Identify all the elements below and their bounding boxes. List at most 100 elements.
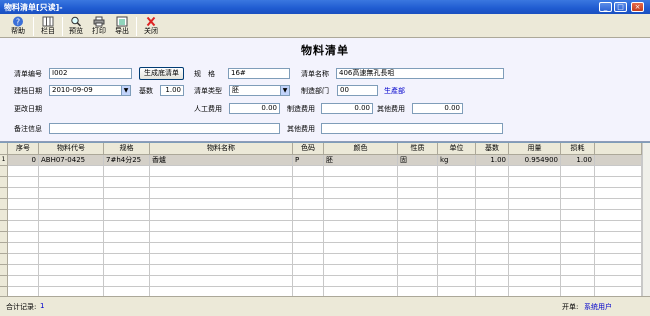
vertical-scrollbar[interactable]	[642, 143, 650, 297]
cell-color[interactable]: 胚	[324, 155, 398, 166]
row-selector[interactable]: 1 ▶	[0, 155, 8, 173]
empty-cell	[150, 188, 293, 199]
empty-cell	[150, 232, 293, 243]
col-header-material-code[interactable]: 物料代号	[39, 143, 104, 155]
spec-field[interactable]: 16#	[228, 68, 290, 79]
cell-color-code[interactable]: P	[293, 155, 324, 166]
export-button[interactable]: 导出	[110, 16, 134, 37]
mfg-dept-field[interactable]: 00	[337, 85, 378, 96]
record-count-label: 合计记录:	[6, 303, 37, 311]
empty-cell	[438, 221, 476, 232]
bom-no-field[interactable]: I002	[49, 68, 132, 79]
col-header-material-name[interactable]: 物料名称	[150, 143, 293, 155]
cell-material-code[interactable]: ABH07-0425	[39, 155, 104, 166]
empty-cell	[8, 243, 39, 254]
table-row[interactable]: 1 ▶ 0 ABH07-0425 7#h4分25 香爐 P 胚 固 kg 1.0…	[0, 155, 650, 173]
empty-cell	[150, 177, 293, 188]
chevron-down-icon[interactable]: ▼	[121, 86, 130, 95]
empty-cell	[324, 199, 398, 210]
create-date-label: 建档日期	[14, 87, 42, 95]
empty-cell	[324, 232, 398, 243]
create-date-picker[interactable]: 2010-09-09 ▼	[49, 85, 131, 96]
empty-cell	[561, 221, 595, 232]
cell-usage[interactable]: 0.954900	[509, 155, 561, 166]
cell-unit[interactable]: kg	[438, 155, 476, 166]
other-fee-label: 其他费用	[287, 125, 315, 133]
row-selector	[0, 199, 8, 210]
col-header-loss[interactable]: 损耗	[561, 143, 595, 155]
mfg-dept-link[interactable]: 生產部	[384, 86, 405, 96]
empty-cell	[398, 254, 438, 265]
creator-value: 系统用户	[584, 303, 612, 311]
cell-material-name[interactable]: 香爐	[150, 155, 293, 166]
col-header-seq[interactable]: 序号	[8, 143, 39, 155]
bom-header-form: 物料清单 清单编号 I002 生成底清单 规 格 16# 清单名称 406高速無…	[0, 38, 650, 142]
empty-cell	[438, 254, 476, 265]
close-label: 关闭	[144, 27, 158, 35]
empty-cell	[476, 199, 509, 210]
toolbar-separator	[33, 17, 34, 36]
empty-cell	[39, 254, 104, 265]
col-header-nature[interactable]: 性质	[398, 143, 438, 155]
labor-cost-field[interactable]: 0.00	[229, 103, 280, 114]
export-label: 导出	[115, 27, 129, 35]
empty-cell	[150, 276, 293, 287]
generate-bom-button[interactable]: 生成底清单	[139, 67, 184, 80]
empty-cell	[438, 232, 476, 243]
print-button[interactable]: 打印	[87, 16, 111, 37]
col-header-base[interactable]: 基数	[476, 143, 509, 155]
empty-cell	[39, 221, 104, 232]
cell-base[interactable]: 1.00	[476, 155, 509, 166]
row-selector	[0, 221, 8, 232]
col-header-color-code[interactable]: 色码	[293, 143, 324, 155]
empty-cell	[39, 166, 104, 177]
help-button[interactable]: ? 帮助	[6, 16, 30, 37]
other-fee-field[interactable]	[321, 123, 503, 134]
empty-cell	[509, 243, 561, 254]
cell-spec[interactable]: 7#h4分25	[104, 155, 150, 166]
empty-cell	[8, 210, 39, 221]
col-header-unit[interactable]: 单位	[438, 143, 476, 155]
remark-field[interactable]	[49, 123, 280, 134]
close-window-icon[interactable]: ×	[631, 2, 644, 12]
empty-cell	[293, 166, 324, 177]
empty-cell	[595, 265, 642, 276]
minimize-icon[interactable]: _	[599, 2, 612, 12]
base-qty-field[interactable]: 1.00	[160, 85, 184, 96]
cell-loss[interactable]: 1.00	[561, 155, 595, 166]
preview-button[interactable]: 预览	[64, 16, 88, 37]
mfg-cost-field[interactable]: 0.00	[321, 103, 373, 114]
empty-grid-row	[0, 276, 650, 287]
columns-label: 栏目	[41, 27, 55, 35]
col-header-color[interactable]: 颜色	[324, 143, 398, 155]
empty-cell	[293, 199, 324, 210]
bom-name-field[interactable]: 406高速無孔長咀	[336, 68, 504, 79]
columns-button[interactable]: 栏目	[36, 16, 60, 37]
empty-cell	[104, 210, 150, 221]
col-header-spec[interactable]: 规格	[104, 143, 150, 155]
creator-label: 开单:	[562, 303, 579, 311]
close-icon	[146, 16, 156, 27]
cell-seq[interactable]: 0	[8, 155, 39, 166]
record-count-value: 1	[40, 302, 45, 310]
empty-cell	[293, 243, 324, 254]
empty-grid-row	[0, 243, 650, 254]
mfg-dept-label: 制造部门	[301, 87, 329, 95]
row-selector	[0, 177, 8, 188]
empty-cell	[150, 254, 293, 265]
chevron-down-icon[interactable]: ▼	[280, 86, 289, 95]
col-header-usage[interactable]: 用量	[509, 143, 561, 155]
empty-cell	[8, 276, 39, 287]
empty-cell	[39, 232, 104, 243]
other-cost-field[interactable]: 0.00	[412, 103, 463, 114]
help-label: 帮助	[11, 27, 25, 35]
toolbar-separator	[62, 17, 63, 36]
bom-type-select[interactable]: 胚 ▼	[229, 85, 290, 96]
empty-cell	[293, 221, 324, 232]
empty-cell	[39, 199, 104, 210]
maximize-icon[interactable]: □	[614, 2, 627, 12]
empty-cell	[509, 210, 561, 221]
window-title: 物料清单[只读]-	[4, 3, 63, 12]
close-button[interactable]: 关闭	[139, 16, 163, 37]
cell-nature[interactable]: 固	[398, 155, 438, 166]
